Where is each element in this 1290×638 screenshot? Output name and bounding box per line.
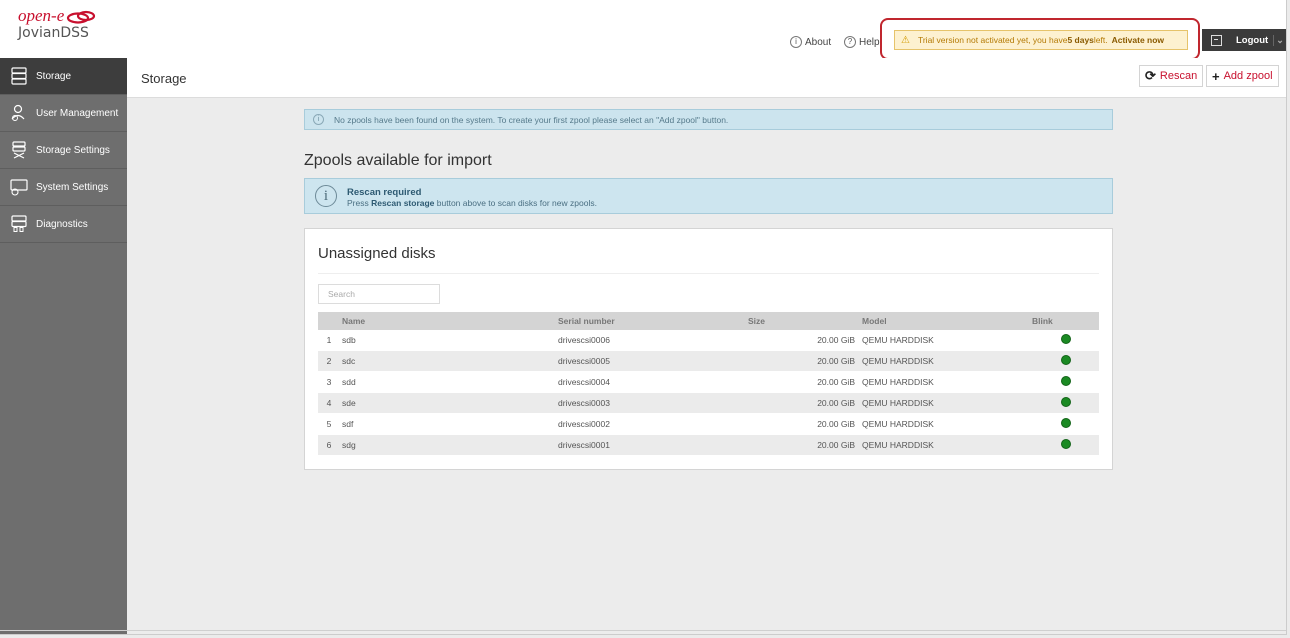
info-icon: i xyxy=(790,36,802,48)
storage-settings-icon xyxy=(12,141,26,159)
logout-icon xyxy=(1211,34,1222,46)
column-model[interactable]: Model xyxy=(855,312,1032,330)
about-link[interactable]: i About xyxy=(790,36,831,48)
sidebar-item-diagnostics[interactable]: Diagnostics xyxy=(0,206,127,243)
table-header-row: Name Serial number Size Model Blink xyxy=(318,312,1099,330)
rescan-alert-title: Rescan required xyxy=(347,187,422,198)
app-window: open-e JovianDSS i About ? Help ⚠ Trial … xyxy=(0,0,1287,635)
blink-led-icon[interactable] xyxy=(1060,355,1071,365)
sidebar-item-storage-settings[interactable]: Storage Settings xyxy=(0,132,127,169)
help-icon: ? xyxy=(844,36,856,48)
column-name[interactable]: Name xyxy=(340,312,558,330)
blink-led-icon[interactable] xyxy=(1060,418,1071,428)
refresh-icon: ⟳ xyxy=(1145,68,1156,83)
blink-led-icon[interactable] xyxy=(1060,439,1071,449)
system-settings-icon xyxy=(10,179,28,196)
chevron-down-icon[interactable]: ⌄ xyxy=(1273,34,1286,46)
logo[interactable]: open-e JovianDSS xyxy=(18,7,96,42)
storage-icon xyxy=(11,67,27,85)
blink-led-icon[interactable] xyxy=(1060,397,1071,407)
user-management-icon xyxy=(11,104,25,121)
logo-product: JovianDSS xyxy=(18,25,89,41)
diagnostics-icon xyxy=(11,215,27,232)
blink-led-icon[interactable] xyxy=(1060,334,1071,344)
rescan-alert-text: Press Rescan storage button above to sca… xyxy=(347,198,597,208)
logout-button[interactable]: Logout ⌄ xyxy=(1202,29,1286,51)
column-blink: Blink xyxy=(1032,312,1099,330)
table-row[interactable]: 2 sdc drivescsi0005 20.00 GiB QEMU HARDD… xyxy=(318,350,1099,372)
warning-icon: ⚠ xyxy=(901,34,910,46)
blink-led-icon[interactable] xyxy=(1060,376,1071,386)
column-serial[interactable]: Serial number xyxy=(558,312,748,330)
column-size[interactable]: Size xyxy=(748,312,855,330)
column-index xyxy=(318,312,340,330)
import-heading: Zpools available for import xyxy=(304,152,492,169)
plus-icon: + xyxy=(1212,68,1220,84)
table-row[interactable]: 4 sde drivescsi0003 20.00 GiB QEMU HARDD… xyxy=(318,392,1099,414)
info-icon: i xyxy=(313,114,324,125)
unassigned-disks-panel: Unassigned disks Search Name Serial numb… xyxy=(304,228,1113,470)
table-row[interactable]: 1 sdb drivescsi0006 20.00 GiB QEMU HARDD… xyxy=(318,330,1099,351)
info-icon: i xyxy=(315,185,337,207)
footer-divider xyxy=(0,630,1286,631)
trial-banner: ⚠ Trial version not activated yet, you h… xyxy=(894,30,1188,50)
sidebar-item-user-management[interactable]: User Management xyxy=(0,95,127,132)
page-title: Storage xyxy=(141,71,187,86)
rescan-required-alert: i Rescan required Press Rescan storage b… xyxy=(304,178,1113,214)
divider xyxy=(318,273,1099,274)
search-input[interactable]: Search xyxy=(318,284,440,304)
panel-title: Unassigned disks xyxy=(318,245,436,262)
table-row[interactable]: 3 sdd drivescsi0004 20.00 GiB QEMU HARDD… xyxy=(318,371,1099,393)
page-toolbar: Storage ⟳ Rescan + Add zpool xyxy=(127,58,1286,98)
help-link[interactable]: ? Help xyxy=(844,36,880,48)
activate-now-link[interactable]: Activate now xyxy=(1112,35,1164,45)
table-row[interactable]: 6 sdg drivescsi0001 20.00 GiB QEMU HARDD… xyxy=(318,434,1099,456)
add-zpool-button[interactable]: + Add zpool xyxy=(1206,65,1279,87)
top-header: open-e JovianDSS i About ? Help ⚠ Trial … xyxy=(0,0,1286,60)
logo-swoosh-icon xyxy=(66,10,96,24)
sidebar: Storage User Management Storage Settings xyxy=(0,58,127,634)
no-zpools-notice: i No zpools have been found on the syste… xyxy=(304,109,1113,130)
table-row[interactable]: 5 sdf drivescsi0002 20.00 GiB QEMU HARDD… xyxy=(318,413,1099,435)
sidebar-item-storage[interactable]: Storage xyxy=(0,58,127,95)
sidebar-item-system-settings[interactable]: System Settings xyxy=(0,169,127,206)
rescan-button[interactable]: ⟳ Rescan xyxy=(1139,65,1204,87)
disks-table: Name Serial number Size Model Blink 1 sd… xyxy=(318,312,1099,456)
